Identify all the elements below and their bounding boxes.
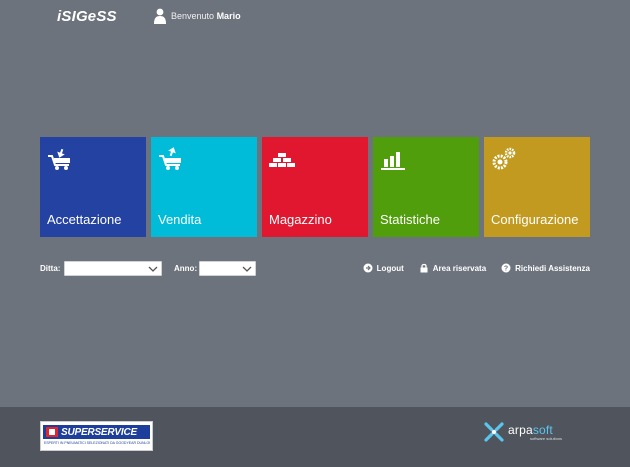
chevron-down-icon	[148, 266, 158, 272]
footer: SUPERSERVICE ESPERTI IN PNEUMATICI SELEZ…	[0, 407, 630, 467]
logout-link[interactable]: Logout	[363, 263, 404, 273]
vendor-name-b: soft	[532, 423, 553, 437]
arpasoft-logo: arpasoft software solutions	[483, 421, 562, 443]
module-tiles: Accettazione Vendita Magazzino Statistic…	[40, 137, 595, 237]
cart-out-icon	[159, 147, 181, 170]
chevron-down-icon	[242, 266, 252, 272]
cart-in-icon	[48, 148, 70, 170]
tile-configurazione[interactable]: Configurazione	[484, 137, 590, 237]
bricks-icon	[269, 153, 295, 167]
anno-label: Anno:	[174, 264, 198, 273]
tile-magazzino[interactable]: Magazzino	[262, 137, 368, 237]
tile-label: Accettazione	[47, 212, 122, 227]
richiedi-assistenza-link[interactable]: ? Richiedi Assistenza	[501, 263, 590, 273]
ditta-label: Ditta:	[40, 264, 61, 273]
welcome-text: Benvenuto	[171, 11, 215, 21]
vendor-name-a: arpa	[508, 423, 533, 437]
area-riservata-link[interactable]: Area riservata	[419, 263, 486, 273]
tile-statistiche[interactable]: Statistiche	[373, 137, 479, 237]
logout-icon	[363, 263, 373, 273]
gears-icon	[492, 147, 516, 170]
user-welcome: Benvenuto Mario	[153, 8, 241, 24]
superservice-logo: SUPERSERVICE ESPERTI IN PNEUMATICI SELEZ…	[40, 421, 153, 451]
lock-icon	[420, 263, 428, 273]
bar-chart-icon	[381, 152, 405, 170]
vendor-tagline: software solutions	[530, 436, 563, 441]
arpasoft-mark-icon	[484, 422, 504, 442]
flag-icon	[46, 427, 58, 437]
controls-row: Ditta: Anno: Logout Area riservata ? Ric…	[40, 261, 590, 277]
anno-select[interactable]	[199, 261, 256, 276]
partner-tagline: ESPERTI IN PNEUMATICI SELEZIONATI DA GOO…	[44, 441, 150, 445]
tile-label: Vendita	[158, 212, 202, 227]
app-logo: iSIGeSS	[57, 8, 117, 25]
header: iSIGeSS Benvenuto Mario	[0, 0, 630, 36]
header-links: Logout Area riservata ? Richiedi Assiste…	[348, 263, 590, 273]
tile-label: Configurazione	[491, 212, 579, 227]
partner-logo-text: SUPERSERVICE	[61, 426, 137, 438]
tile-label: Statistiche	[380, 212, 440, 227]
user-name: Mario	[216, 11, 241, 21]
user-icon	[154, 8, 166, 24]
help-icon: ?	[501, 263, 511, 273]
svg-text:?: ?	[504, 266, 508, 273]
tile-label: Magazzino	[269, 212, 332, 227]
tile-accettazione[interactable]: Accettazione	[40, 137, 146, 237]
ditta-select[interactable]	[64, 261, 162, 276]
tile-vendita[interactable]: Vendita	[151, 137, 257, 237]
